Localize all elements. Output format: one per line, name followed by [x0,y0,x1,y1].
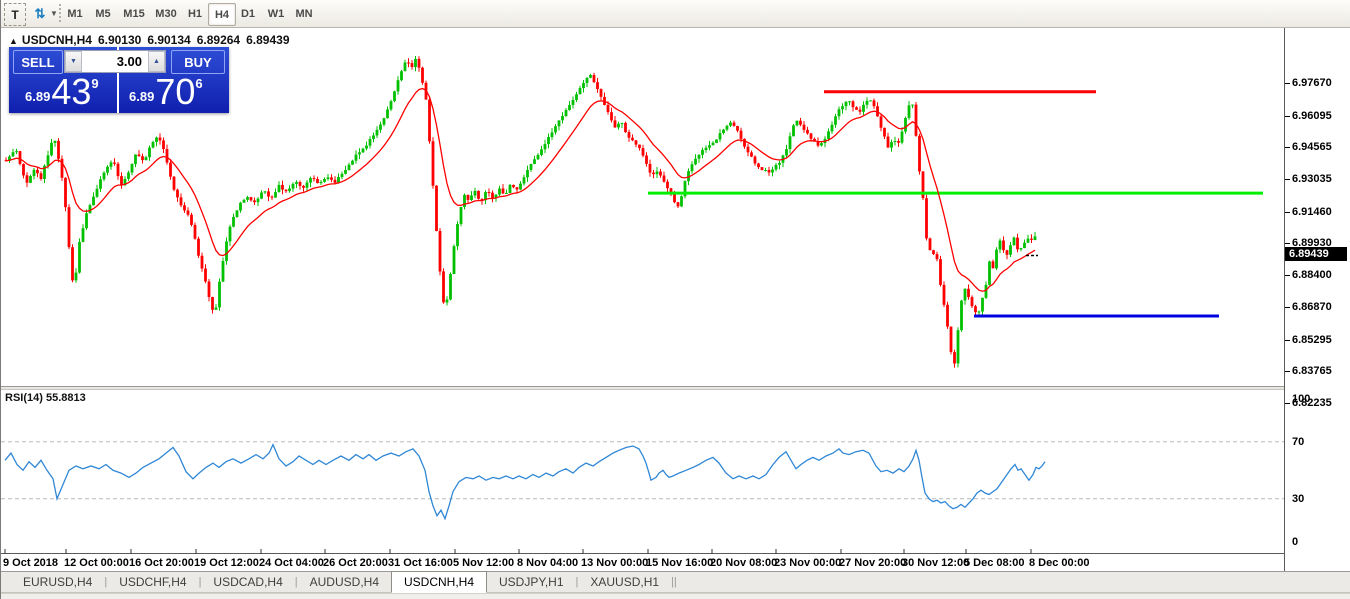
price-axis-label: 6.83765 [1292,365,1332,377]
time-axis-label: 8 Dec 00:00 [1029,557,1090,569]
chart-tab-usdcnh[interactable]: USDCNH,H4 [391,571,487,593]
time-axis-label: 19 Oct 12:00 [194,557,259,569]
toolbar-separator [59,4,61,23]
price-tick [1285,147,1290,148]
price-axis-label: 6.91460 [1292,206,1332,218]
time-axis-label: 20 Nov 08:00 [710,557,777,569]
buy-price-point: 6 [195,76,202,107]
chart-tab-bar: EURUSD,H4|USDCHF,H4|USDCAD,H4|AUDUSD,H4U… [1,572,1350,593]
chart-symbol: USDCNH,H4 [22,33,92,47]
time-axis-label: 13 Nov 00:00 [581,557,648,569]
time-axis-label: 31 Oct 16:00 [388,557,453,569]
price-axis-label: 6.86870 [1292,301,1332,313]
collapse-marker-icon[interactable]: ▲ [9,36,18,46]
rsi-axis-label: 30 [1292,493,1304,505]
timeframe-button-m5[interactable]: M5 [91,3,115,24]
mt4-terminal: T ⇅ ▼ M1M5M15M30H1H4D1W1MN ▲ USDCNH,H4 6.9… [0,0,1350,599]
sell-price-point: 9 [91,76,98,107]
time-axis-label: 30 Nov 12:00 [902,557,969,569]
price-tick [1285,83,1290,84]
price-tick [1285,307,1290,308]
price-tick [1285,243,1290,244]
rsi-axis-label: 100 [1292,393,1310,405]
sell-price: 6.89 43 9 [25,76,99,107]
price-tick [1285,116,1290,117]
ohlc-close: 6.89439 [246,33,289,47]
time-axis-label: 15 Nov 16:00 [646,557,713,569]
price-tick [1285,340,1290,341]
time-axis-label: 16 Oct 20:00 [129,557,194,569]
volume-increase-button[interactable]: ▲ [148,51,165,72]
ohlc-open: 6.90130 [98,33,141,47]
ohlc-high: 6.90134 [147,33,190,47]
time-axis-label: 23 Nov 00:00 [774,557,841,569]
tab-separator: | [674,576,677,588]
timeframe-button-mn[interactable]: MN [291,3,317,24]
volume-decrease-button[interactable]: ▼ [65,51,82,72]
timeframe-button-h4[interactable]: H4 [208,3,236,26]
text-tool-button[interactable]: T [4,3,26,26]
price-axis-label: 6.94565 [1292,141,1332,153]
buy-price-prefix: 6.89 [129,89,154,107]
current-price-tag: 6.89439 [1285,247,1347,261]
timeframe-button-m1[interactable]: M1 [63,3,87,24]
chart-tab-xauusd[interactable]: XAUUSD,H1 [578,572,671,592]
price-axis-label: 6.93035 [1292,173,1332,185]
price-tick [1285,403,1290,404]
time-axis-label: 26 Oct 20:00 [323,557,388,569]
time-axis-label: 8 Nov 04:00 [517,557,578,569]
timeframe-toolbar: T ⇅ ▼ M1M5M15M30H1H4D1W1MN [1,0,1350,28]
timeframe-button-w1[interactable]: W1 [263,3,289,24]
time-axis: 9 Oct 2018 12 Oct 00:0016 Oct 20:0019 Oct… [1,556,1284,571]
price-tick [1285,371,1290,372]
chart-tab-usdchf[interactable]: USDCHF,H4 [107,572,198,592]
time-axis-label: 27 Nov 20:00 [839,557,906,569]
ohlc-low: 6.89264 [197,33,240,47]
price-tick [1285,212,1290,213]
one-click-trading-panel: SELL 6.89 43 9 BUY 6.89 70 6 ▼ 3.00 ▲ [9,47,229,113]
arrows-icon[interactable]: ⇅ [31,3,49,24]
rsi-label: RSI(14) 55.8813 [5,392,86,404]
chart-tab-audusd[interactable]: AUDUSD,H4 [298,572,391,592]
chart-tab-usdjpy[interactable]: USDJPY,H1 [487,572,575,592]
buy-price-pips: 70 [155,77,195,107]
price-axis-label: 6.88400 [1292,269,1332,281]
chart-tab-usdcad[interactable]: USDCAD,H4 [201,572,294,592]
rsi-axis-label: 0 [1292,536,1298,548]
price-tick [1285,179,1290,180]
chart-window: ▲USDCNH,H46.901306.901346.892646.89439 S… [1,28,1350,571]
volume-input[interactable]: 3.00 [82,51,148,72]
timeframe-button-h1[interactable]: H1 [183,3,207,24]
timeframe-button-m15[interactable]: M15 [119,3,149,24]
price-tick [1285,275,1290,276]
buy-price: 6.89 70 6 [129,76,203,107]
time-axis-label: 5 Nov 12:00 [453,557,514,569]
chart-tab-eurusd[interactable]: EURUSD,H4 [11,572,104,592]
price-axis-label: 6.85295 [1292,334,1332,346]
status-bar [1,593,1350,599]
time-axis-label: 12 Oct 00:00 [64,557,129,569]
rsi-axis-label: 70 [1292,436,1304,448]
timeframe-button-d1[interactable]: D1 [236,3,260,24]
chevron-down-icon[interactable]: ▼ [49,3,59,24]
price-axis-line [1284,28,1285,571]
time-axis-label: 9 Oct 2018 [3,557,58,569]
rsi-indicator-pane [1,390,1284,554]
price-axis-label: 6.97670 [1292,77,1332,89]
sell-price-pips: 43 [51,77,91,107]
chart-title: ▲ USDCNH,H4 6.90130 6.90134 6.89264 6.89439 [9,33,296,47]
sell-price-prefix: 6.89 [25,89,50,107]
timeframe-button-m30[interactable]: M30 [151,3,181,24]
volume-spinner: ▼ 3.00 ▲ [64,50,166,73]
price-axis-label: 6.96095 [1292,110,1332,122]
time-axis-label: 24 Oct 04:00 [259,557,324,569]
time-axis-label: 5 Dec 08:00 [964,557,1025,569]
